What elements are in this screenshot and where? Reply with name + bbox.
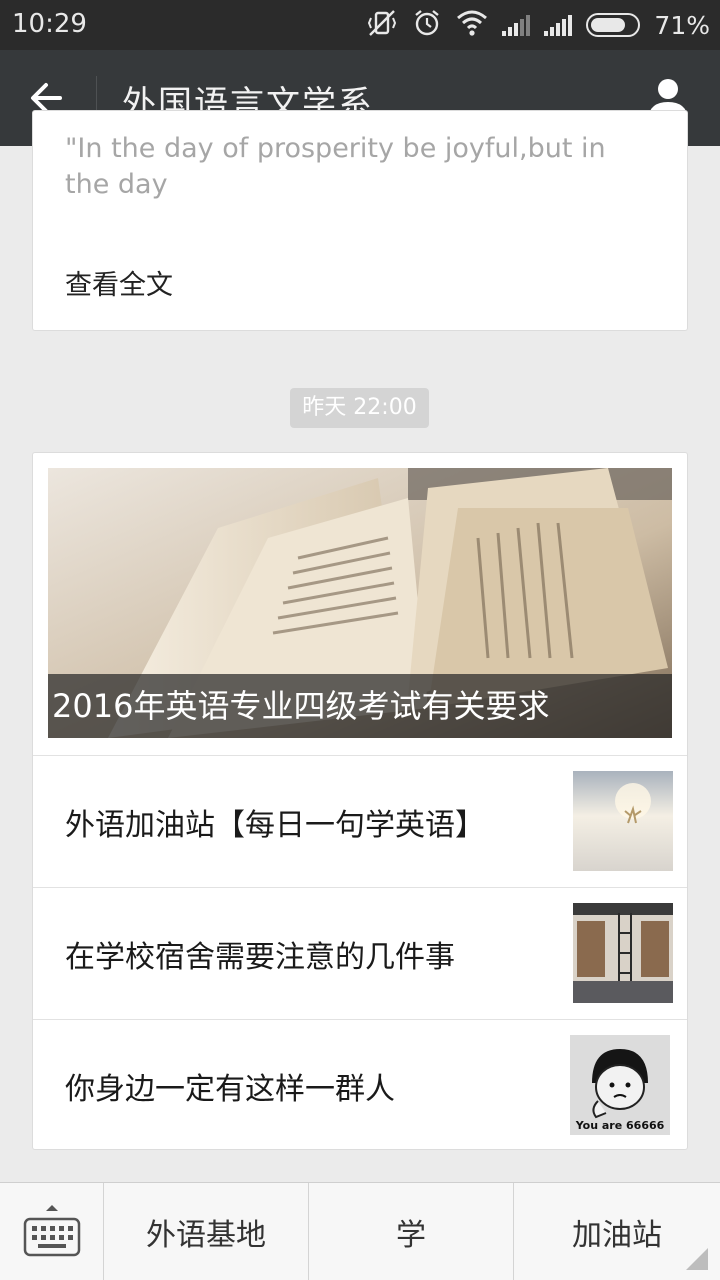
cover-title: 2016年英语专业四级考试有关要求 (48, 674, 672, 738)
article-thumbnail: You are 66666 (570, 1035, 670, 1135)
signal-icon (502, 14, 531, 36)
article-list-item[interactable]: 外语加油站【每日一句学英语】 (33, 755, 687, 887)
message-card-text[interactable]: "In the day of prosperity be joyful,but … (32, 110, 688, 331)
bottom-menu-bar: 外语基地 学 加油站 (0, 1182, 720, 1280)
article-list-item[interactable]: 你身边一定有这样一群人 You are 66666 (33, 1019, 687, 1149)
keyboard-toggle-button[interactable] (0, 1183, 104, 1280)
status-time: 10:29 (12, 9, 87, 39)
keyboard-icon (23, 1205, 81, 1257)
wifi-icon (456, 9, 488, 41)
read-full-text-link[interactable]: 查看全文 (65, 263, 173, 302)
message-timestamp: 昨天 22:00 (290, 388, 429, 428)
battery-icon (586, 13, 641, 37)
article-excerpt: "In the day of prosperity be joyful,but … (65, 133, 606, 200)
article-title: 你身边一定有这样一群人 (65, 1072, 395, 1107)
status-icons: 71% (366, 8, 710, 42)
battery-percent: 71% (654, 10, 710, 40)
signal-icon (544, 14, 573, 36)
article-thumbnail (573, 771, 673, 871)
alarm-icon (412, 8, 442, 42)
article-title: 在学校宿舍需要注意的几件事 (65, 940, 455, 975)
article-thumbnail (573, 903, 673, 1003)
vibrate-off-icon (366, 7, 398, 43)
article-list-item[interactable]: 在学校宿舍需要注意的几件事 (33, 887, 687, 1019)
thumbnail-caption: You are 66666 (575, 1119, 665, 1132)
submenu-indicator-icon (686, 1248, 708, 1270)
menu-tab-foreign-language-base[interactable]: 外语基地 (104, 1183, 309, 1280)
message-card-articles: 2016年英语专业四级考试有关要求 外语加油站【每日一句学英语】 在学校宿舍需要… (32, 452, 688, 1150)
status-bar: 10:29 71% (0, 0, 720, 50)
article-title: 外语加油站【每日一句学英语】 (65, 808, 485, 843)
menu-tab-study[interactable]: 学 (309, 1183, 514, 1280)
cover-article[interactable]: 2016年英语专业四级考试有关要求 (48, 468, 672, 738)
